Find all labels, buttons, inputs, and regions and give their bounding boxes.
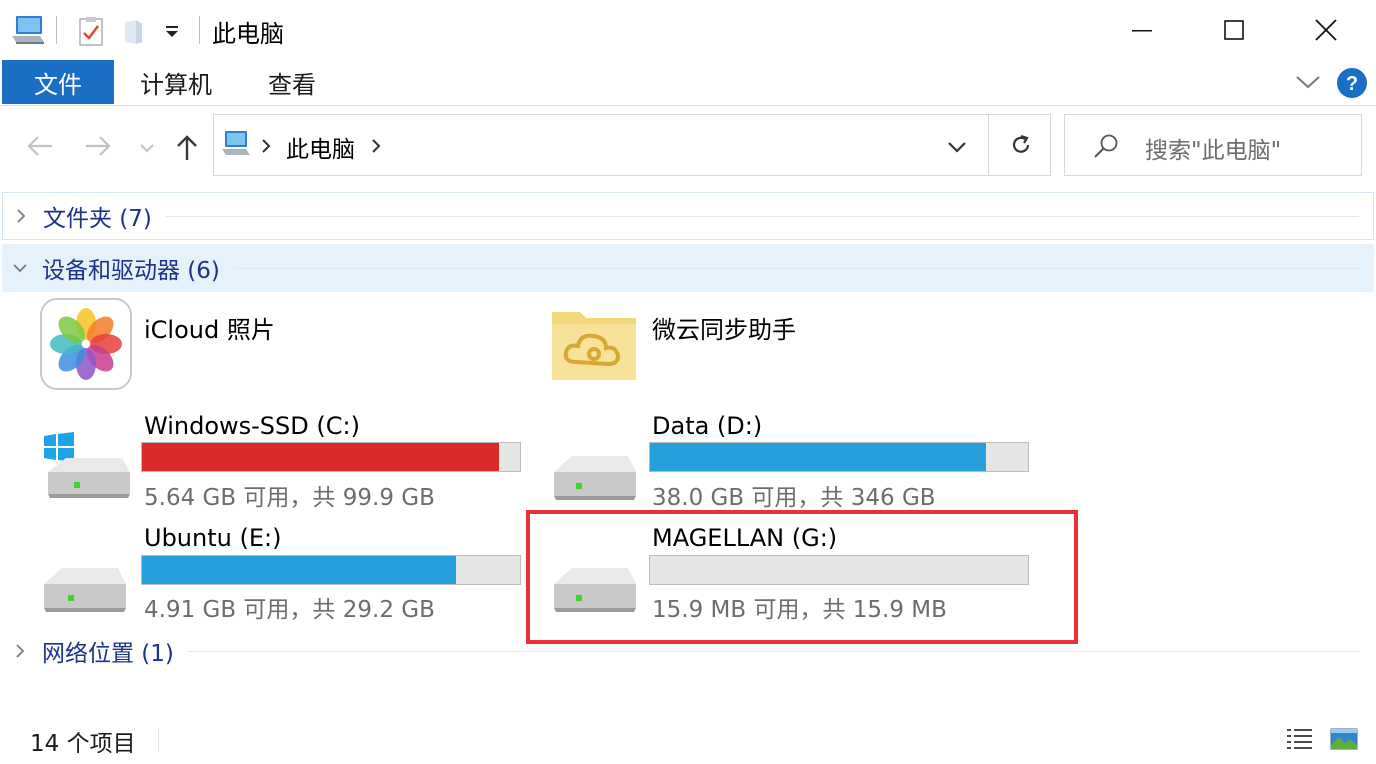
breadcrumb-this-pc[interactable]: 此电脑 [286, 130, 355, 164]
group-folders[interactable]: 文件夹 (7) [2, 192, 1374, 240]
group-divider [187, 650, 1360, 652]
tab-file[interactable]: 文件 [2, 60, 114, 104]
tab-view[interactable]: 查看 [268, 60, 316, 104]
drive-usage-fill [650, 443, 987, 471]
drive-item-d[interactable]: Data (D:) 38.0 GB 可用，共 346 GB [548, 406, 1034, 511]
close-button[interactable] [1280, 0, 1372, 60]
hard-drive-icon [40, 564, 128, 616]
status-separator [158, 728, 159, 752]
drive-usage-fill [142, 443, 499, 471]
title-separator [199, 16, 200, 44]
drive-item-c[interactable]: Windows-SSD (C:) 5.64 GB 可用，共 99.9 GB [36, 406, 522, 511]
group-label: 网络位置 (1) [42, 641, 174, 667]
maximize-icon [1224, 20, 1244, 40]
minimize-icon [1132, 30, 1152, 32]
group-label: 文件夹 (7) [43, 206, 152, 232]
window-title: 此电脑 [212, 20, 284, 48]
large-icons-view-icon[interactable] [1330, 727, 1358, 751]
weiyun-folder-icon [550, 304, 638, 382]
expand-ribbon-chevron-icon[interactable] [1294, 72, 1322, 92]
refresh-icon [1012, 134, 1030, 153]
details-view-icon[interactable] [1286, 727, 1314, 751]
device-item-icloud-photos[interactable]: iCloud 照片 [36, 296, 516, 394]
this-pc-small-icon [220, 129, 252, 159]
drive-usage-bar [141, 442, 521, 472]
address-bar[interactable]: 此电脑 [213, 114, 1051, 176]
device-name: 微云同步助手 [652, 316, 796, 344]
close-icon [1315, 19, 1337, 41]
hard-drive-icon [550, 452, 638, 504]
group-label: 设备和驱动器 (6) [42, 258, 220, 284]
search-placeholder: 搜索"此电脑" [1145, 138, 1282, 164]
group-network[interactable]: 网络位置 (1) [2, 627, 1374, 675]
properties-icon[interactable] [78, 16, 104, 46]
group-divider [233, 267, 1360, 269]
drive-name: Ubuntu (E:) [144, 524, 282, 552]
search-icon [1094, 134, 1118, 158]
drive-name: Data (D:) [652, 412, 763, 440]
drive-space-text: 5.64 GB 可用，共 99.9 GB [144, 485, 435, 511]
photos-app-icon [40, 298, 132, 390]
status-item-count: 14 个项目 [30, 731, 136, 757]
chevron-right-icon [2, 642, 38, 660]
highlight-box [526, 510, 1078, 644]
help-icon[interactable]: ? [1336, 67, 1368, 99]
chevron-down-icon [2, 261, 38, 275]
this-pc-icon[interactable] [10, 14, 46, 46]
windows-drive-icon [40, 432, 132, 504]
qat-separator [56, 16, 57, 44]
breadcrumb-chevron-icon[interactable] [370, 137, 382, 155]
group-devices[interactable]: 设备和驱动器 (6) [2, 244, 1374, 292]
drive-space-text: 4.91 GB 可用，共 29.2 GB [144, 597, 435, 623]
ribbon: 文件 计算机 查看 ? [0, 60, 1376, 106]
svg-text:?: ? [1346, 73, 1358, 95]
drive-name: Windows-SSD (C:) [144, 412, 360, 440]
forward-arrow-icon[interactable] [84, 134, 112, 158]
maximize-button[interactable] [1188, 0, 1280, 60]
drive-usage-bar [649, 442, 1029, 472]
refresh-button[interactable] [988, 114, 1051, 176]
drive-space-text: 38.0 GB 可用，共 346 GB [652, 485, 936, 511]
group-divider [165, 215, 1359, 217]
up-arrow-icon[interactable] [174, 134, 200, 162]
back-arrow-icon[interactable] [26, 134, 54, 158]
chevron-right-icon [3, 207, 39, 225]
navigation-bar: 此电脑 搜索"此电脑" [0, 108, 1376, 184]
breadcrumb-chevron-icon[interactable] [260, 137, 272, 155]
title-bar: 此电脑 [0, 0, 1376, 60]
tab-computer[interactable]: 计算机 [140, 60, 212, 104]
search-box[interactable]: 搜索"此电脑" [1064, 114, 1362, 176]
minimize-button[interactable] [1096, 0, 1188, 60]
drive-item-e[interactable]: Ubuntu (E:) 4.91 GB 可用，共 29.2 GB [36, 518, 522, 623]
device-name: iCloud 照片 [144, 316, 275, 344]
recent-locations-chevron-icon[interactable] [138, 140, 156, 154]
device-item-weiyun[interactable]: 微云同步助手 [548, 296, 1028, 394]
new-folder-icon[interactable] [122, 18, 146, 46]
drive-usage-fill [142, 556, 457, 584]
customize-qat-icon[interactable] [162, 22, 182, 42]
drive-usage-bar [141, 555, 521, 585]
address-history-chevron-icon[interactable] [946, 139, 968, 153]
